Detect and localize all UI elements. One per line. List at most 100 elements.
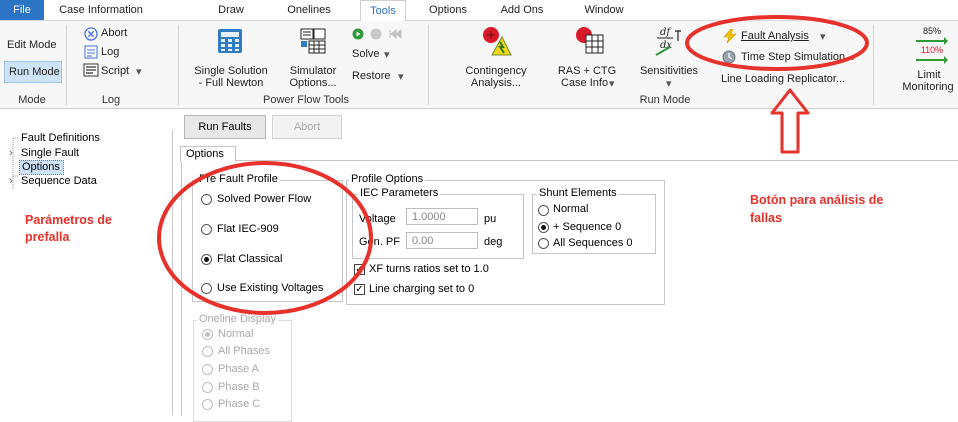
edit-mode-button[interactable]: Edit Mode [7,39,57,51]
chevron-down-icon: ▾ [384,49,390,61]
chevron-down-icon: ▾ [666,78,672,90]
tab-add-ons[interactable]: Add Ons [497,0,547,20]
radio-oneline-phase-c[interactable] [202,399,213,410]
contingency-analysis-button-line2[interactable]: Analysis... [460,77,532,89]
radio-solved-power-flow[interactable] [201,194,212,205]
clock-icon [722,50,736,64]
ras-ctg-icon [576,27,604,54]
limit-monitoring-button-line2[interactable]: Monitoring [898,81,958,93]
annotation-prefault-params: Parámetros de [25,213,112,227]
group-label-power-flow-tools: Power Flow Tools [263,94,349,106]
radio-shunt-plus-sequence[interactable] [538,222,549,233]
ribbon-separator [428,25,429,105]
limit-monitoring-pct-110: 110% [920,45,944,55]
ribbon: Edit Mode Run Mode Mode Abort Log Script… [0,21,958,109]
radio-oneline-all-phases[interactable] [202,346,213,357]
tab-options-page[interactable]: Options [180,146,236,162]
pre-fault-profile-title: Pre Fault Profile [197,173,280,185]
limit-monitoring-pct-85: 85% [922,26,941,36]
chevron-right-icon[interactable]: › [9,147,13,159]
options-tree-pane: Fault Definitions › Single Fault Options… [0,130,173,415]
run-faults-button[interactable]: Run Faults [184,115,266,139]
log-button[interactable]: Log [101,46,119,58]
radio-shunt-all-sequences[interactable] [538,238,549,249]
tab-draw[interactable]: Draw [212,0,250,20]
profile-options-title: Profile Options [349,173,426,185]
time-step-simulation-button[interactable]: Time Step Simulation... [741,51,854,63]
radio-solved-power-flow-label: Solved Power Flow [217,193,312,205]
voltage-input[interactable]: 1.0000 [406,208,478,225]
radio-oneline-phase-a[interactable] [202,364,213,375]
sensitivities-icon: df dx [655,27,681,56]
single-solution-button[interactable]: Single Solution [186,65,276,77]
radio-shunt-plus-sequence-label: + Sequence 0 [553,221,622,233]
single-solution-button-line2[interactable]: - Full Newton [186,77,276,89]
ras-ctg-button[interactable]: RAS + CTG [553,65,621,77]
radio-use-existing-voltages[interactable] [201,283,212,294]
group-label-mode: Mode [18,94,46,106]
contingency-analysis-icon [483,27,512,56]
chevron-down-icon: ▾ [820,31,826,43]
radio-oneline-phase-a-label: Phase A [218,363,259,375]
radio-flat-iec-909-label: Flat IEC-909 [217,223,279,235]
radio-oneline-normal[interactable] [202,329,213,340]
ribbon-tab-bar: File Case Information Draw Onelines Tool… [0,0,958,21]
line-charging-label: Line charging set to 0 [369,283,475,295]
tab-window[interactable]: Window [578,0,630,20]
solve-button[interactable]: Solve [352,48,380,60]
play-icon [352,28,364,40]
tab-options[interactable]: Options [424,0,472,20]
simulator-options-button[interactable]: Simulator [284,65,342,77]
radio-shunt-all-sequences-label: All Sequences 0 [553,237,633,249]
radio-shunt-normal[interactable] [538,205,549,216]
tree-item-sequence-data[interactable]: Sequence Data [21,175,97,187]
annotation-prefault-params-line2: prefalla [25,230,70,244]
line-charging-checkbox[interactable]: ✓ [354,284,365,295]
ribbon-separator [178,25,179,105]
xf-turns-checkbox[interactable]: ✓ [354,264,365,275]
restore-button[interactable]: Restore [352,70,391,82]
ribbon-separator [66,25,67,105]
pause-icon [370,28,382,40]
sensitivities-button[interactable]: Sensitivities [634,65,704,77]
gen-pf-unit: deg [484,236,503,248]
tree-item-fault-definitions[interactable]: Fault Definitions [21,132,100,144]
tree-item-single-fault[interactable]: Single Fault [21,147,79,159]
radio-oneline-phase-b[interactable] [202,382,213,393]
simulator-options-button-line2[interactable]: Options... [284,77,342,89]
limit-monitoring-icon-2 [916,56,948,64]
abort-faults-button[interactable]: Abort [272,115,342,139]
chevron-right-icon[interactable]: › [9,175,13,187]
iec-parameters-title: IEC Parameters [358,187,441,199]
shunt-elements-title: Shunt Elements [537,187,619,199]
abort-icon [84,27,98,41]
lightning-icon [723,29,737,43]
tab-onelines[interactable]: Onelines [283,0,335,20]
radio-oneline-normal-label: Normal [218,328,254,340]
radio-oneline-phase-b-label: Phase B [218,381,260,393]
contingency-analysis-button[interactable]: Contingency [460,65,532,77]
tree-item-options[interactable]: Options [22,161,60,173]
oneline-display-title: Oneline Display [197,313,279,325]
radio-flat-classical[interactable] [201,254,212,265]
tab-case-information[interactable]: Case Information [54,0,148,20]
script-button[interactable]: Script [101,65,129,77]
chevron-down-icon: ▾ [609,78,615,90]
run-mode-button[interactable]: Run Mode [9,66,60,78]
abort-button[interactable]: Abort [101,27,127,39]
tab-file[interactable]: File [0,0,44,20]
radio-flat-classical-label: Flat Classical [217,253,283,265]
limit-monitoring-button[interactable]: Limit [900,69,958,81]
group-label-log: Log [101,94,121,106]
fault-analysis-button[interactable]: Fault Analysis [741,30,809,42]
line-loading-replicator-button[interactable]: Line Loading Replicator... [721,73,845,85]
radio-use-existing-voltages-label: Use Existing Voltages [217,282,324,294]
gen-pf-input[interactable]: 0.00 [406,232,478,249]
iec-parameters-group [352,194,524,259]
radio-flat-iec-909[interactable] [201,224,212,235]
ribbon-separator [873,25,874,105]
tab-tools[interactable]: Tools [360,0,406,21]
log-icon [84,45,98,59]
ras-ctg-button-line2[interactable]: Case Info [561,77,608,89]
gen-pf-label: Gen. PF [359,236,400,248]
